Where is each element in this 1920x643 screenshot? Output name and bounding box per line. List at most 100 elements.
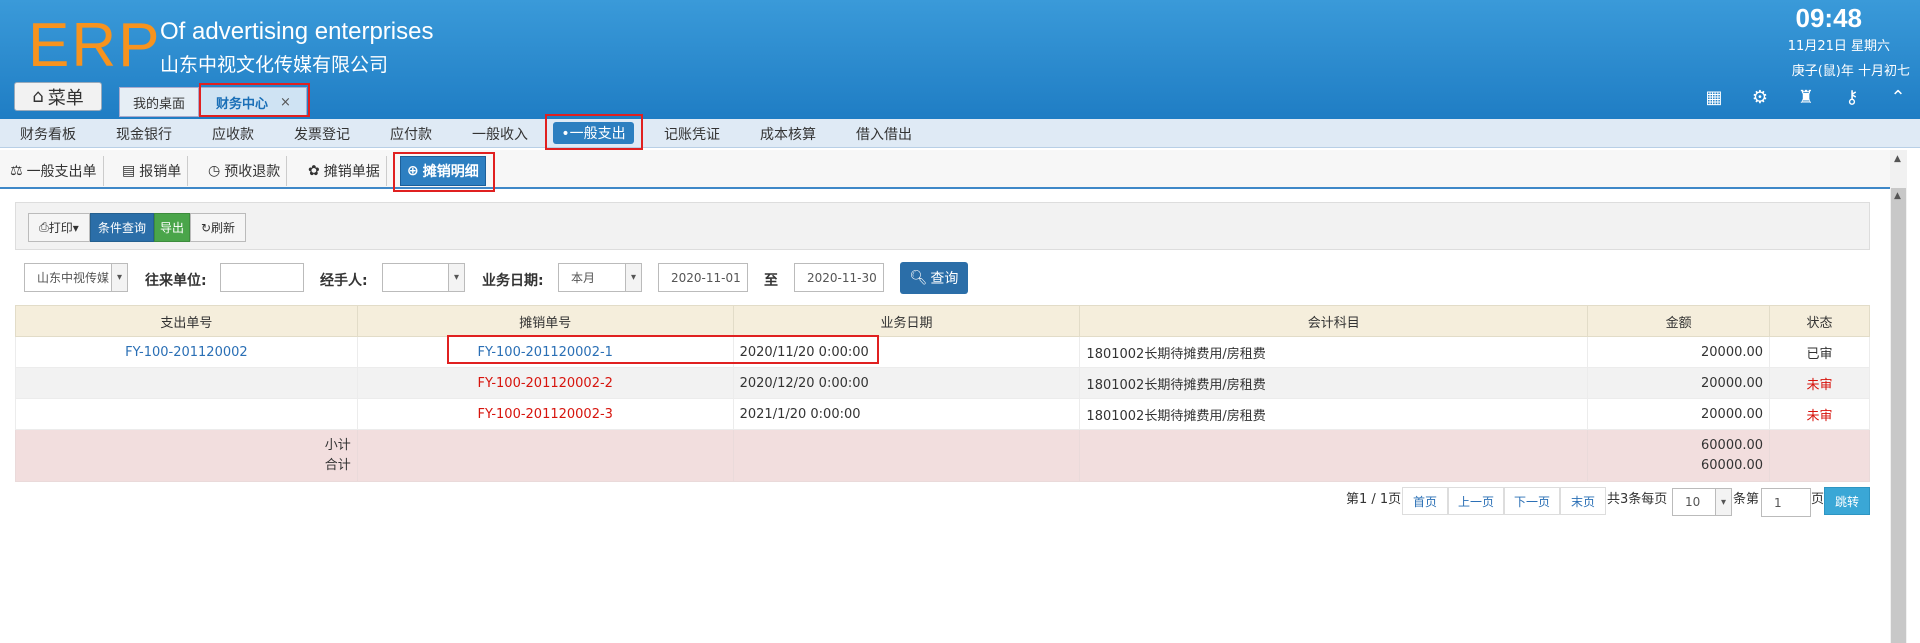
puzzle-icon: ✿ bbox=[308, 163, 320, 179]
start-date-input[interactable]: 2020-11-01 bbox=[658, 263, 748, 292]
scrollbar-thumb[interactable] bbox=[1891, 188, 1906, 643]
start-date-value: 2020-11-01 bbox=[671, 270, 741, 285]
lunar-date: 庚子(鼠)年 十月初七 bbox=[1791, 64, 1910, 79]
nav-item-cost-accounting[interactable]: 成本核算 bbox=[760, 124, 816, 144]
go-button[interactable]: 跳转 bbox=[1824, 487, 1870, 515]
subnav-amortization-docs[interactable]: ✿ 摊销单据 bbox=[302, 156, 387, 186]
col-business-date[interactable]: 业务日期 bbox=[732, 305, 1081, 337]
col-status[interactable]: 状态 bbox=[1769, 305, 1870, 337]
caret-down-icon: ▾ bbox=[72, 220, 79, 235]
nav-item-cash-bank[interactable]: 现金银行 bbox=[116, 124, 172, 144]
col-amount[interactable]: 金额 bbox=[1587, 305, 1771, 337]
condition-query-button[interactable]: 条件查询 bbox=[90, 213, 154, 242]
handler-select[interactable]: ▾ bbox=[382, 263, 465, 292]
company-select-value: 山东中视传媒 bbox=[37, 271, 110, 285]
period-select[interactable]: 本月 ▾ bbox=[558, 263, 642, 292]
amount-cell: 20000.00 bbox=[1587, 367, 1771, 399]
scale-icon: ⚖ bbox=[10, 163, 23, 179]
subtotal-label: 小计 bbox=[324, 437, 351, 453]
amount-cell: 20000.00 bbox=[1587, 336, 1771, 368]
end-date-input[interactable]: 2020-11-30 bbox=[794, 263, 884, 292]
highlight-box-tab bbox=[199, 83, 310, 117]
nav-item-voucher[interactable]: 记账凭证 bbox=[664, 124, 720, 144]
highlight-box-row bbox=[447, 335, 879, 364]
nav-item-invoice[interactable]: 发票登记 bbox=[294, 124, 350, 144]
col-expense-no[interactable]: 支出单号 bbox=[15, 305, 358, 337]
first-page-button[interactable]: 首页 bbox=[1402, 487, 1448, 515]
partner-input[interactable] bbox=[220, 263, 304, 292]
per-page-select[interactable]: 10 ▾ bbox=[1672, 488, 1732, 516]
scroll-up-icon[interactable]: ▲ bbox=[1894, 191, 1901, 201]
nav-item-payables[interactable]: 应付款 bbox=[390, 124, 432, 144]
refresh-label: 刷新 bbox=[211, 221, 236, 235]
nav-item-borrow-lend[interactable]: 借入借出 bbox=[856, 124, 912, 144]
end-date-value: 2020-11-30 bbox=[807, 270, 877, 285]
scroll-up-icon[interactable]: ▲ bbox=[1894, 154, 1901, 164]
col-accounting-subject[interactable]: 会计科目 bbox=[1079, 305, 1589, 337]
last-page-button[interactable]: 末页 bbox=[1560, 487, 1606, 515]
nav-item-finance-board[interactable]: 财务看板 bbox=[20, 124, 76, 144]
nav-item-receivables[interactable]: 应收款 bbox=[212, 124, 254, 144]
refresh-button[interactable]: ↻ 刷新 bbox=[190, 213, 246, 242]
printer-icon: ⎙ bbox=[39, 220, 49, 234]
status-cell: 未审 bbox=[1769, 398, 1870, 430]
business-date-cell: 2020/12/20 0:00:00 bbox=[732, 367, 1081, 399]
records-suffix: 条第 bbox=[1733, 492, 1760, 507]
chevron-up-circle-icon[interactable]: ⌃ bbox=[1888, 88, 1908, 108]
document-icon: ▤ bbox=[122, 163, 136, 179]
next-page-button[interactable]: 下一页 bbox=[1504, 487, 1560, 515]
business-date-label: 业务日期: bbox=[482, 273, 544, 289]
subnav-advance-refund[interactable]: ◷ 预收退款 bbox=[202, 156, 288, 186]
expense-no-link[interactable] bbox=[15, 398, 358, 430]
key-icon[interactable]: ⚷ bbox=[1842, 88, 1862, 108]
page-number-input[interactable]: 1 bbox=[1761, 488, 1811, 517]
clock-icon: ◷ bbox=[208, 163, 221, 179]
nav-item-general-income[interactable]: 一般收入 bbox=[472, 124, 528, 144]
toolbar: ⎙ 打印 ▾ 条件查询 导出 ↻ 刷新 bbox=[15, 202, 1870, 250]
page-info: 第1 / 1页 bbox=[1346, 492, 1402, 507]
subject-cell: 1801002长期待摊费用/房租费 bbox=[1079, 398, 1589, 430]
query-button[interactable]: 🔍︎ 查询 bbox=[900, 262, 968, 294]
page-number-value: 1 bbox=[1774, 495, 1782, 510]
home-icon: ⌂ bbox=[32, 86, 44, 107]
tab-my-desktop[interactable]: 我的桌面 bbox=[119, 87, 199, 117]
subnav-label: 预收退款 bbox=[224, 164, 281, 180]
print-label: 打印 bbox=[48, 221, 73, 235]
period-value: 本月 bbox=[571, 271, 596, 285]
shirt-icon[interactable]: ♜ bbox=[1796, 88, 1816, 108]
expense-no-link[interactable] bbox=[15, 367, 358, 399]
company-name: 山东中视文化传媒有限公司 bbox=[160, 54, 389, 76]
subnav-expense-order[interactable]: ⚖ 一般支出单 bbox=[4, 156, 104, 186]
table-header-row: 支出单号 摊销单号 业务日期 会计科目 金额 状态 bbox=[15, 305, 1870, 337]
gear-icon[interactable]: ⚙ bbox=[1750, 88, 1770, 108]
expense-no-link[interactable]: FY-100-201120002 bbox=[15, 336, 358, 368]
handler-label: 经手人: bbox=[320, 273, 368, 289]
status-cell: 未审 bbox=[1769, 367, 1870, 399]
export-button[interactable]: 导出 bbox=[154, 213, 190, 242]
col-amort-no[interactable]: 摊销单号 bbox=[356, 305, 734, 337]
app-logo: ERP bbox=[28, 11, 162, 80]
summary-row: 小计 合计 60000.00 60000.00 bbox=[15, 429, 1870, 482]
company-select[interactable]: 山东中视传媒 ▾ bbox=[24, 263, 128, 292]
subnav-reimbursement[interactable]: ▤ 报销单 bbox=[116, 156, 189, 186]
main-nav: 财务看板 现金银行 应收款 发票登记 应付款 一般收入 记账凭证 成本核算 借入… bbox=[0, 119, 1920, 148]
subject-cell: 1801002长期待摊费用/房租费 bbox=[1079, 367, 1589, 399]
to-label: 至 bbox=[764, 273, 778, 289]
table-row[interactable]: FY-100-201120002-2 2020/12/20 0:00:00 18… bbox=[15, 367, 1870, 399]
clock-date: 11月21日 星期六 bbox=[1787, 39, 1890, 54]
menu-button[interactable]: ⌂ 菜单 bbox=[14, 82, 102, 111]
print-button[interactable]: ⎙ 打印 ▾ bbox=[28, 213, 90, 242]
subject-cell: 1801002长期待摊费用/房租费 bbox=[1079, 336, 1589, 368]
amort-no-link[interactable]: FY-100-201120002-3 bbox=[356, 398, 734, 430]
highlight-box-subnav bbox=[393, 152, 495, 192]
tab-label: 我的桌面 bbox=[132, 96, 185, 112]
grid-plus-icon[interactable]: ▦ bbox=[1704, 88, 1724, 108]
table-row[interactable]: FY-100-201120002-3 2021/1/20 0:00:00 180… bbox=[15, 398, 1870, 430]
prev-page-button[interactable]: 上一页 bbox=[1448, 487, 1504, 515]
chevron-down-icon: ▾ bbox=[1715, 489, 1731, 515]
chevron-down-icon: ▾ bbox=[625, 264, 641, 291]
status-cell: 已审 bbox=[1769, 336, 1870, 368]
app-slogan: Of advertising enterprises bbox=[160, 18, 434, 45]
amort-no-link[interactable]: FY-100-201120002-2 bbox=[356, 367, 734, 399]
table-row[interactable]: FY-100-201120002 FY-100-201120002-1 2020… bbox=[15, 336, 1870, 368]
